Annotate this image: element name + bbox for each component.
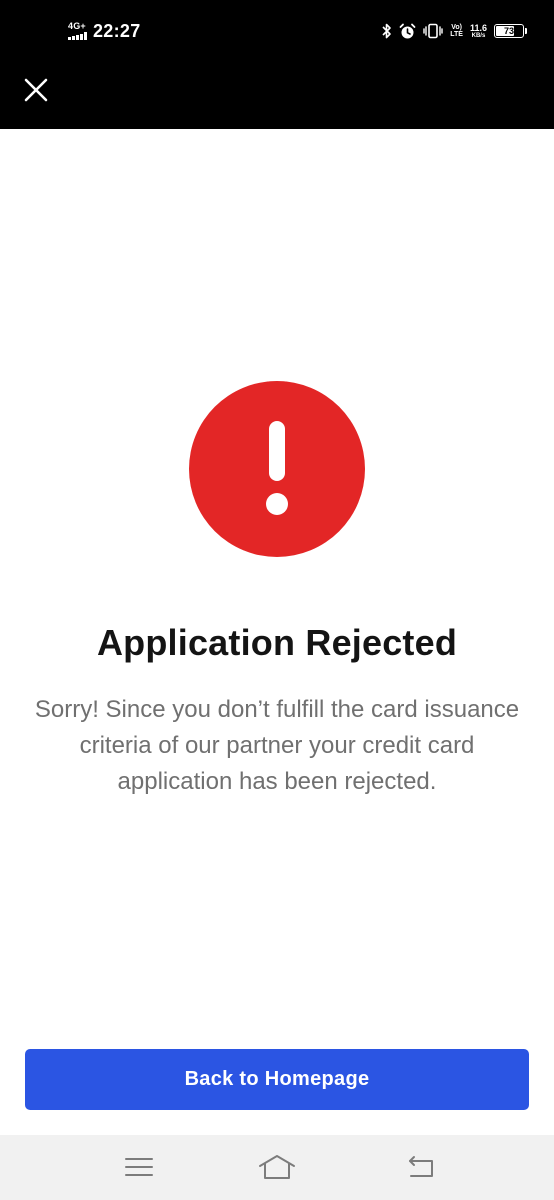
top-bar: 4G+ 22:27 Vo) LTE 11.6 KB/s 73 bbox=[0, 0, 554, 129]
signal-strength-icon bbox=[68, 32, 87, 40]
rejection-message: Sorry! Since you don’t fulfill the card … bbox=[34, 696, 520, 795]
status-bar: 4G+ 22:27 Vo) LTE 11.6 KB/s 73 bbox=[0, 0, 554, 62]
system-nav-bar bbox=[0, 1135, 554, 1200]
alarm-icon bbox=[399, 23, 416, 40]
home-button[interactable] bbox=[255, 1149, 299, 1185]
recent-apps-button[interactable] bbox=[117, 1149, 161, 1185]
back-to-homepage-button[interactable]: Back to Homepage bbox=[25, 1049, 529, 1110]
close-button[interactable] bbox=[16, 70, 56, 110]
back-icon bbox=[409, 1156, 433, 1177]
page-title: Application Rejected bbox=[96, 622, 458, 663]
volte-bottom-label: LTE bbox=[450, 31, 463, 38]
exclamation-icon bbox=[266, 421, 288, 515]
alert-icon-circle bbox=[189, 381, 365, 557]
home-icon bbox=[259, 1155, 295, 1179]
network-speed: 11.6 KB/s bbox=[469, 22, 487, 39]
battery-icon: 73 bbox=[494, 24, 527, 38]
volte-icon: Vo) LTE bbox=[450, 24, 463, 38]
network-indicator: 4G+ bbox=[68, 22, 87, 40]
battery-level-label: 73 bbox=[503, 26, 514, 36]
volte-top-label: Vo) bbox=[451, 24, 462, 31]
close-icon bbox=[24, 78, 48, 102]
vibrate-icon bbox=[423, 23, 443, 39]
screen: 4G+ 22:27 Vo) LTE 11.6 KB/s 73 Applicati… bbox=[0, 0, 554, 1200]
status-right: Vo) LTE 11.6 KB/s 73 bbox=[382, 19, 527, 43]
status-left: 4G+ 22:27 bbox=[68, 18, 141, 44]
network-type-label: 4G+ bbox=[68, 21, 86, 31]
network-speed-unit: KB/s bbox=[471, 32, 486, 39]
bluetooth-icon bbox=[382, 23, 392, 39]
back-button[interactable] bbox=[399, 1149, 443, 1185]
network-speed-value: 11.6 bbox=[469, 22, 487, 33]
menu-icon bbox=[125, 1158, 153, 1176]
status-time: 22:27 bbox=[93, 20, 141, 41]
